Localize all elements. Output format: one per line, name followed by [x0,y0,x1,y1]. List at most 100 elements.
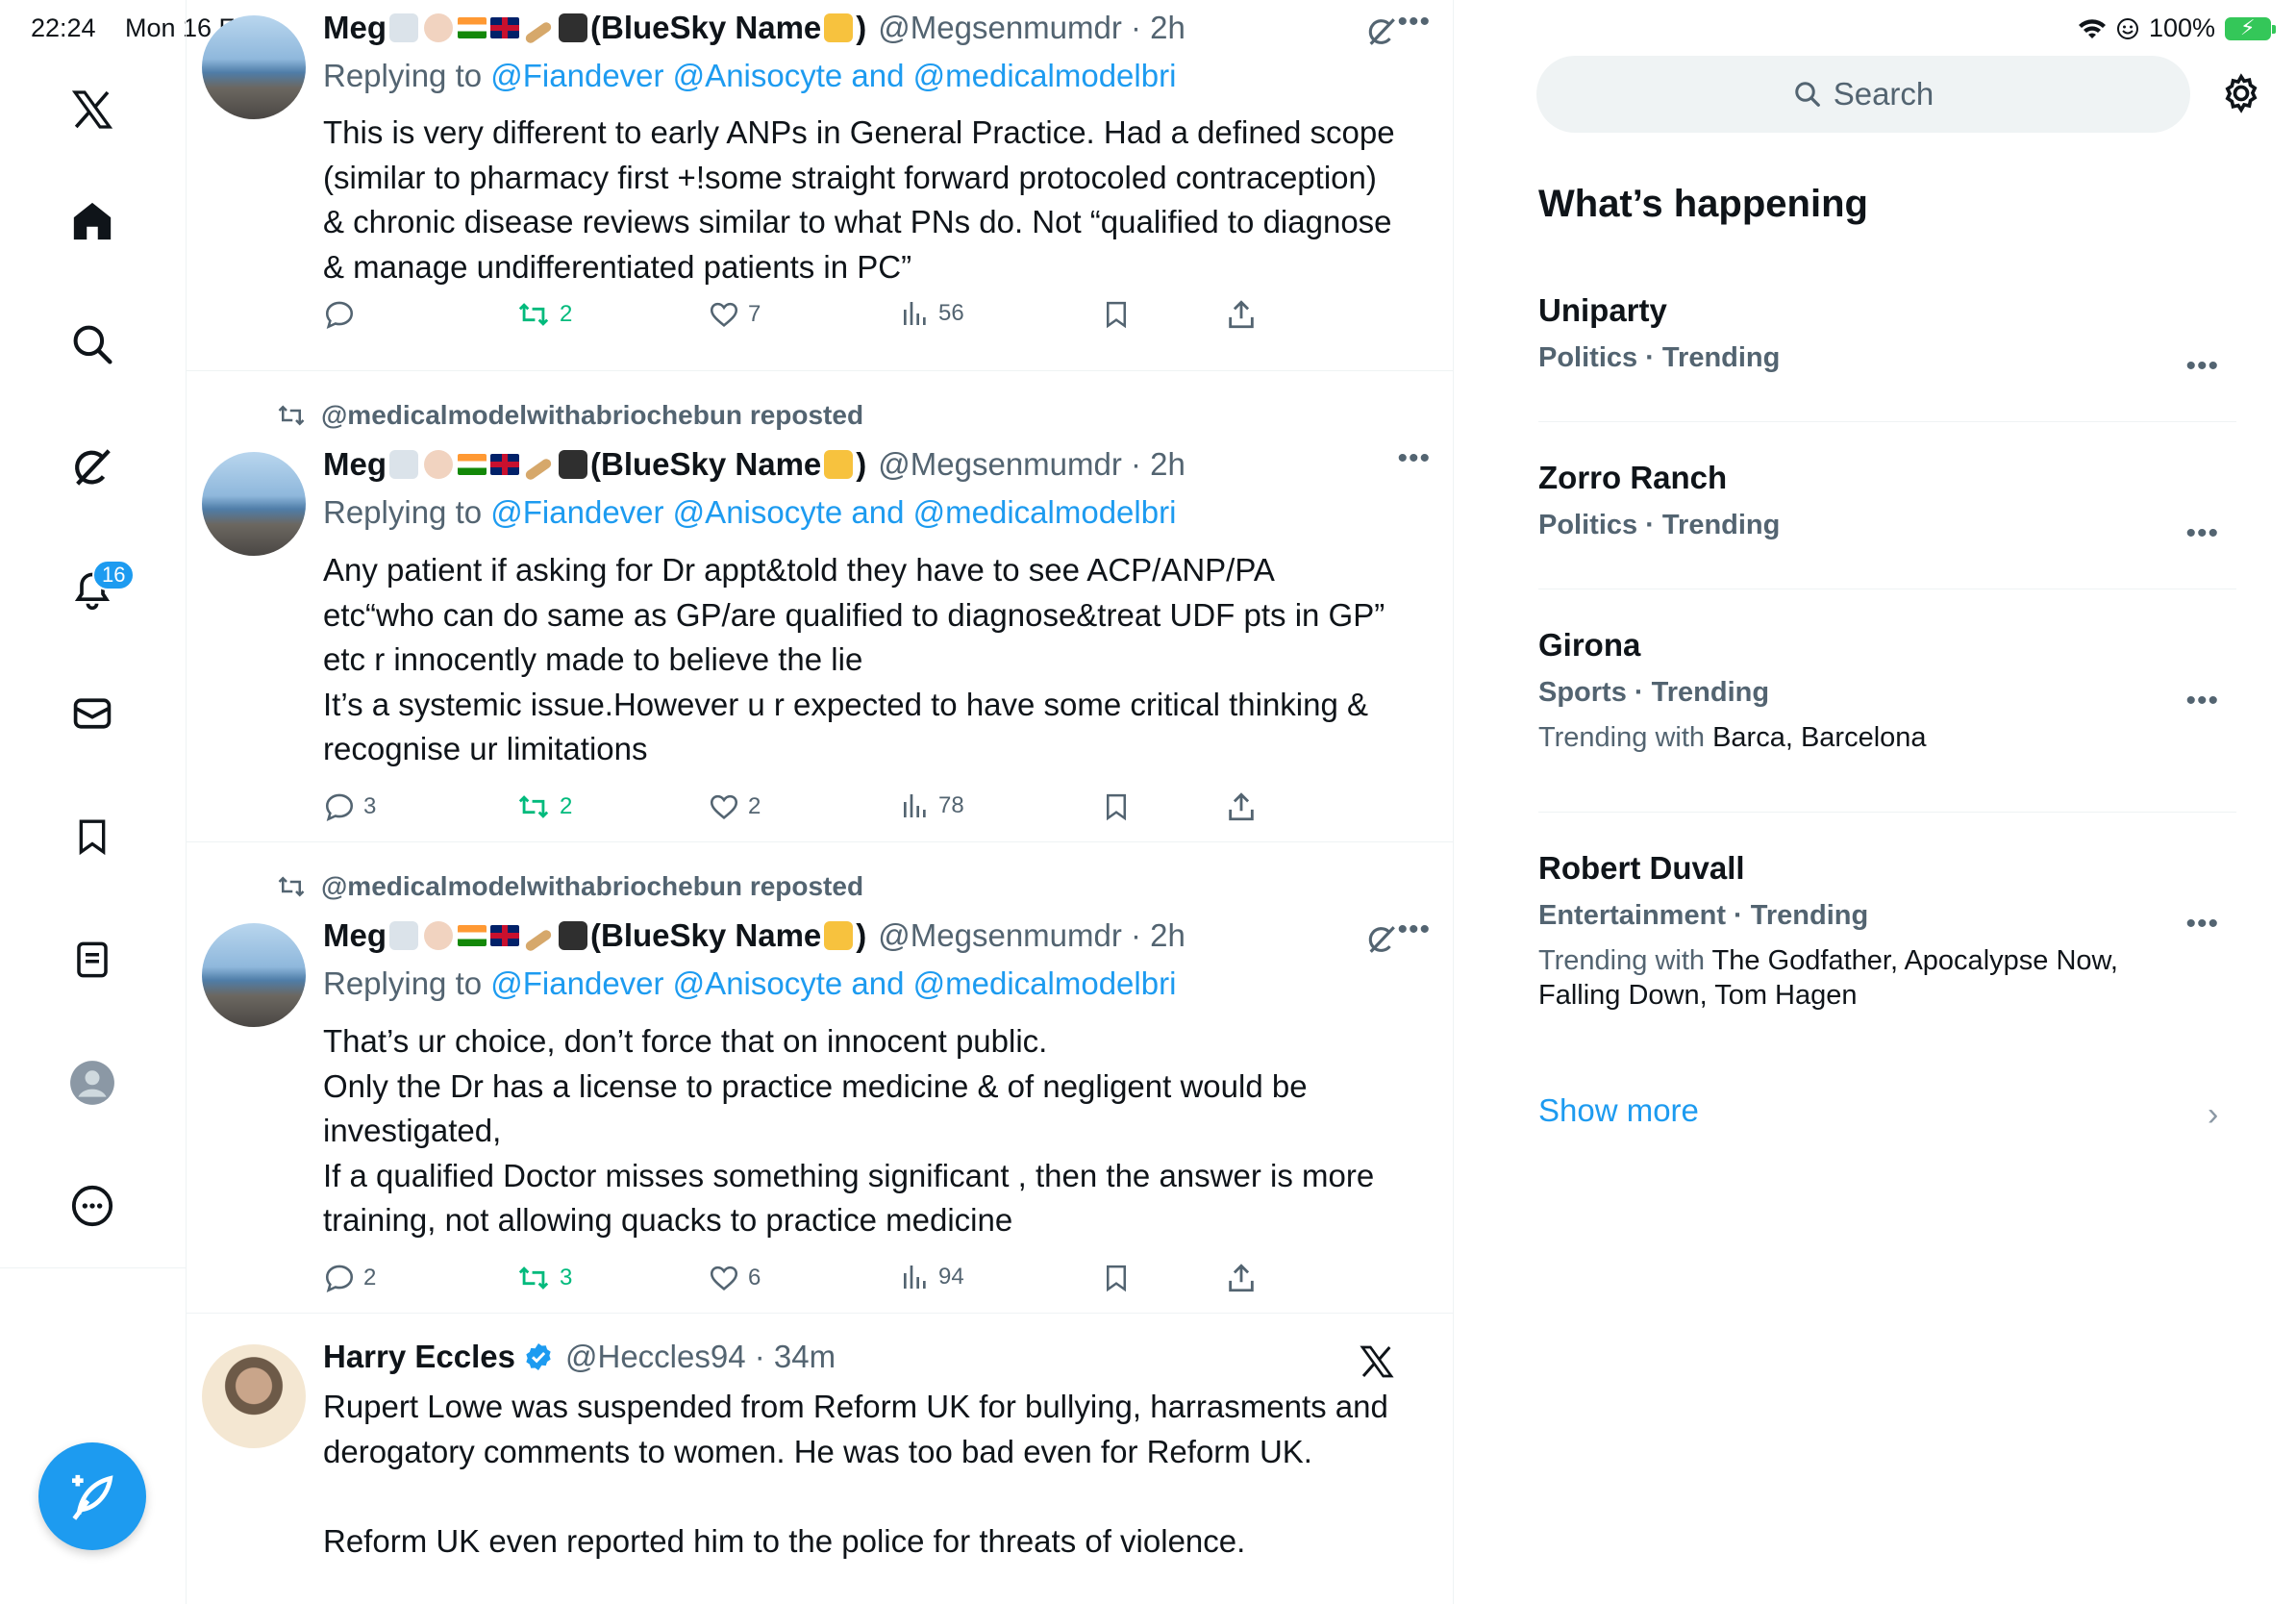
trend-item[interactable]: Girona Sports · Trending Trending with B… [1538,627,2236,755]
reply-icon [325,1265,354,1293]
bookmark-icon [1107,301,1126,329]
repost-icon [278,876,305,897]
trend-more-icon[interactable]: ••• [2185,350,2219,383]
left-nav: 16 [0,0,187,1604]
replying-links[interactable]: @Fiandever @Anisocyte and @medicalmodelb… [490,965,1176,1001]
replying-links[interactable]: @Fiandever @Anisocyte and @medicalmodelb… [490,58,1176,93]
share-button[interactable] [1225,1262,1258,1294]
author-avatar[interactable] [202,452,306,556]
trend-with-terms: Barca, Barcelona [1712,722,1927,753]
views-chart-icon [904,794,926,817]
x-logo-icon[interactable] [63,81,121,138]
share-button[interactable] [1225,298,1258,331]
trend-category: Politics · Trending [1538,342,1781,373]
profile-avatar-icon[interactable] [63,1054,121,1112]
views-button[interactable]: 94 [900,1262,964,1292]
reposted-by: @medicalmodelwithabriochebun reposted [275,400,863,431]
trend-name: Robert Duvall [1538,850,1745,886]
views-button[interactable]: 56 [900,298,964,329]
repost-button[interactable]: 2 [515,298,572,331]
author-avatar[interactable] [202,1344,306,1448]
trend-item[interactable]: Zorro Ranch Politics · Trending ••• [1538,460,2236,549]
lists-icon[interactable] [63,931,121,989]
whats-happening-title: What’s happening [1538,183,1868,225]
like-button[interactable]: 7 [708,298,761,331]
trend-item[interactable]: Uniparty Politics · Trending ••• [1538,292,2236,382]
like-count: 2 [748,793,761,819]
grok-icon[interactable] [63,439,121,496]
pointing-down-icon [824,13,854,42]
reply-button[interactable]: 3 [323,790,376,823]
explore-search-icon[interactable] [63,315,121,373]
heart-icon [710,302,738,327]
trend-more-icon[interactable]: ••• [2185,685,2219,717]
repost-icon [518,1266,549,1290]
tweet-text: This is very different to early ANPs in … [323,114,1395,285]
tweet[interactable]: @medicalmodelwithabriochebun reposted Me… [187,371,1454,842]
like-button[interactable]: 2 [708,790,761,823]
reply-button[interactable]: 2 [323,1262,376,1294]
flag-uk-icon [490,925,519,946]
tweet-more-icon[interactable]: ••• [1397,914,1431,946]
replying-label: Replying to [323,965,491,1001]
trend-name: Zorro Ranch [1538,460,1728,495]
trend-divider [1538,812,2236,813]
tweet[interactable]: Harry Eccles @Heccles94 · 34m Rupert Low… [187,1314,1454,1604]
author-name[interactable]: Meg [323,10,387,46]
reply-icon [325,301,354,330]
share-button[interactable] [1225,790,1258,823]
bookmark-button[interactable] [1102,298,1131,331]
reposted-by-label[interactable]: @medicalmodelwithabriochebun reposted [321,871,863,902]
show-more-link[interactable]: Show more [1538,1092,1699,1129]
bookmark-button[interactable] [1102,790,1131,823]
repost-count: 2 [560,793,573,819]
repost-button[interactable]: 3 [515,1262,572,1294]
author-avatar[interactable] [202,923,306,1027]
trend-more-icon[interactable]: ••• [2185,517,2219,550]
author-handle[interactable]: @Megsenmumdr · 2h [878,917,1185,954]
author-name[interactable]: Meg [323,446,387,483]
tweet-text: That’s ur choice, don’t force that on in… [323,1023,1375,1238]
bookmarks-icon[interactable] [63,808,121,865]
grok-icon[interactable] [1365,15,1398,48]
bookmark-button[interactable] [1102,1262,1131,1294]
tweet-actions: 2 3 6 94 [323,1262,1285,1300]
author-handle[interactable]: @Megsenmumdr · 2h [878,10,1185,46]
flag-india-icon [458,454,487,475]
messages-envelope-icon[interactable] [63,685,121,742]
tweet[interactable]: @medicalmodelwithabriochebun reposted Me… [187,842,1454,1314]
tweet[interactable]: Meg (BlueSky Name ) @Megsenmumdr · 2h ••… [187,0,1454,371]
trend-category: Entertainment · Trending [1538,900,1869,931]
reply-button[interactable] [323,298,363,331]
repost-icon [278,405,305,426]
emoji-decor [424,13,453,42]
compose-feather-icon [72,1474,113,1520]
share-icon [1229,300,1254,329]
repost-button[interactable]: 2 [515,790,572,823]
views-button[interactable]: 78 [900,790,964,821]
search-input[interactable]: Search [1536,56,2190,133]
reposted-by-label[interactable]: @medicalmodelwithabriochebun reposted [321,400,863,431]
author-name[interactable]: Meg [323,917,387,954]
emoji-decor [389,450,418,479]
replying-label: Replying to [323,494,491,530]
grok-icon[interactable] [1365,923,1398,956]
home-icon[interactable] [63,192,121,250]
trend-more-icon[interactable]: ••• [2185,908,2219,940]
settings-gear-icon[interactable] [2219,71,2263,115]
tweet-more-icon[interactable]: ••• [1397,442,1431,475]
trend-related: Trending with The Godfather, Apocalypse … [1538,943,2192,1013]
like-button[interactable]: 6 [708,1262,761,1294]
trend-item[interactable]: Robert Duvall Entertainment · Trending T… [1538,850,2236,1013]
compose-post-button[interactable] [38,1442,146,1550]
author-name[interactable]: Harry Eccles [323,1339,515,1375]
more-options-icon[interactable] [63,1177,121,1235]
author-handle[interactable]: @Heccles94 · 34m [565,1339,836,1375]
reply-icon [325,793,354,822]
author-handle[interactable]: @Megsenmumdr · 2h [878,446,1185,483]
replying-links[interactable]: @Fiandever @Anisocyte and @medicalmodelb… [490,494,1176,530]
tweet-more-icon[interactable]: ••• [1397,6,1431,38]
reposted-by: @medicalmodelwithabriochebun reposted [275,871,863,902]
author-avatar[interactable] [202,15,306,119]
trend-category: Politics · Trending [1538,510,1781,540]
